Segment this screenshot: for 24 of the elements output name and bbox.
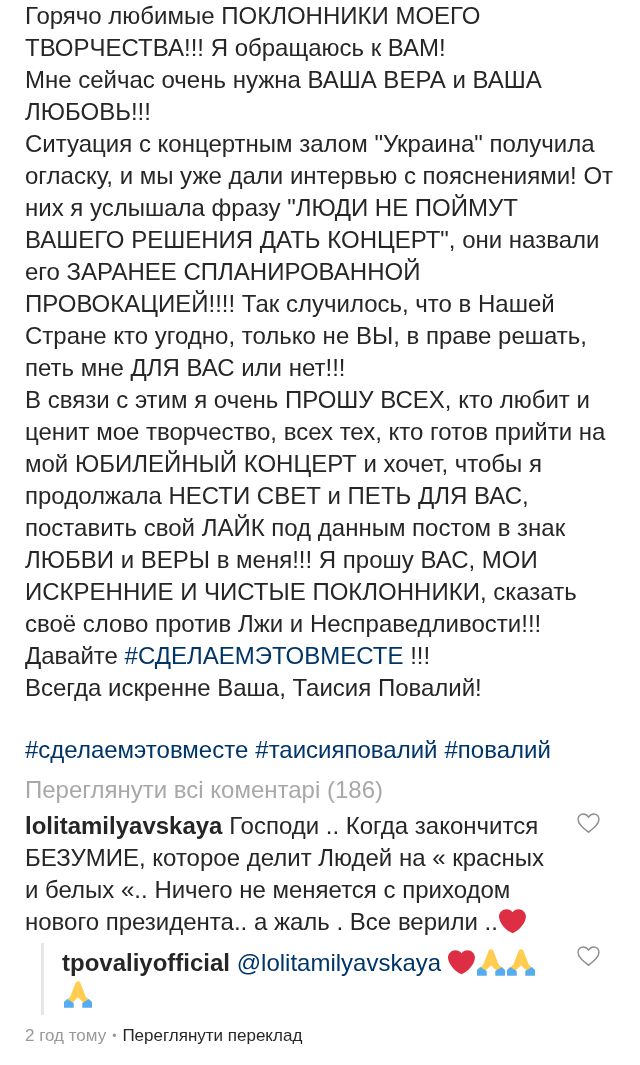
caption-paragraph: Ситуация с концертным залом "Украина" получила огласку, и мы уже дали интервью с пояснениями! От них я услышала фразу "ЛЮДИ НЕ ПОЙМУТ ВАШЕГО РЕШЕНИЯ ДАТЬ КОНЦЕРТ", они назвали его ЗАРАНЕЕ СПЛАНИРОВАННОЙ ПРОВОКАЦИЕЙ!!!! Так случилось, что в Нашей Стране кто угодно, только не ВЫ, в праве решать, петь мне ДЛЯ ВАС или нет!!! [25,129,615,383]
heart-emoji-icon [448,950,476,975]
caption-paragraph: В связи с этим я очень ПРОШУ ВСЕХ, кто любит и ценит мое творчество, всех тех, кто готов прийти на мой ЮБИЛЕЙНЫЙ КОНЦЕРТ и хочет, чтобы я продолжала НЕСТИ СВЕТ и ПЕТЬ ДЛЯ ВАС, поставить свой ЛАЙК под данным постом в знак ЛЮБВИ и ВЕРЫ в меня!!! Я прошу ВАС, МОИ ИСКРЕННИЕ И ЧИСТЫЕ ПОКЛОННИКИ, сказать своё слово против Лжи и Несправедливости!!! [25,385,607,639]
see-translation-link[interactable]: Переглянути переклад [122,1024,303,1048]
folded-hands-icon [477,949,506,976]
folded-hands-icon [64,981,92,1008]
username-link[interactable]: tpovaliyofficial [62,949,231,976]
mention-link[interactable]: @lolitamilyavskaya [236,949,442,976]
folded-hands-icon [507,949,536,976]
caption-paragraph: Горячо любимые ПОКЛОННИКИ МОЕГО ТВОРЧЕСТВА!!! Я обращаюсь к ВАМ! [25,1,482,63]
heart-emoji-icon [498,909,526,934]
caption-paragraph: Давайте #СДЕЛАЕМЭТОВМЕСТЕ !!! [25,641,432,671]
comment-text: lolitamilyavskaya Господи .. Когда закончится БЕЗУМИЕ, которое делит Людей на « красных и белых «.. Ничего не меняется с приходом нового президента.. а жаль . Все верили .. [25,811,545,937]
hashtag-link[interactable]: #повалий [444,734,551,766]
hashtag-link[interactable]: #таисияповалий [255,734,438,766]
like-heart-icon[interactable] [577,946,600,966]
timestamp: 2 год тому [25,1025,107,1047]
hashtag-link[interactable]: #СДЕЛАЕМЭТОВМЕСТЕ [124,642,404,669]
caption-paragraph: Мне сейчас очень нужна ВАША ВЕРА и ВАША ЛЮБОВЬ!!! [25,65,543,127]
hashtag-link[interactable]: #сделаемэтовместе [25,734,249,766]
separator-dot: • [112,1028,117,1045]
like-heart-icon[interactable] [577,813,600,833]
username-link[interactable]: lolitamilyavskaya [25,812,223,839]
caption-paragraph: Всегда искренне Ваша, Таисия Повалий! [25,673,483,703]
